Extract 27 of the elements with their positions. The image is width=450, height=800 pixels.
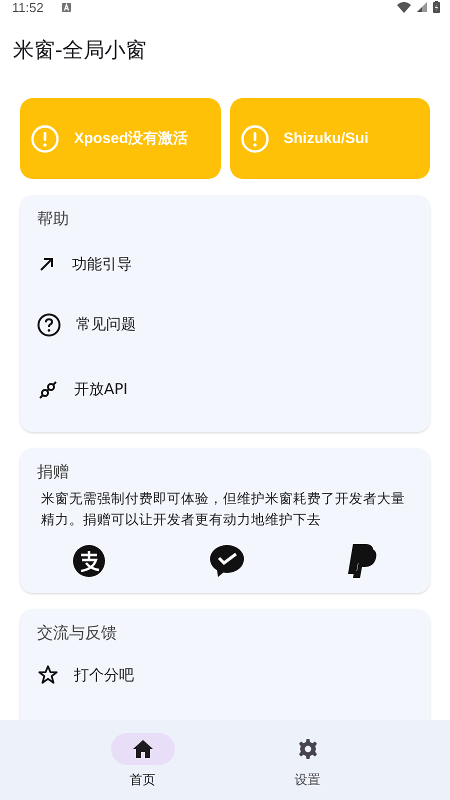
help-icon xyxy=(37,312,61,336)
nav-tab[interactable]: 首页 xyxy=(92,720,192,800)
settings-icon xyxy=(298,739,318,759)
warning-text: Xposed没有激活 xyxy=(74,129,188,148)
section-title: 帮助 xyxy=(37,209,70,230)
section-title: 捐赠 xyxy=(37,462,70,483)
plug-icon xyxy=(37,378,59,400)
nav-tab[interactable]: 设置 xyxy=(258,720,358,800)
alert-icon xyxy=(240,124,270,154)
donate-description: 米窗无需强制付费即可体验，但维护米窗耗费了开发者大量精力。捐赠可以让开发者更有动力地维护下去 xyxy=(41,490,406,530)
status-time: 11:52 xyxy=(12,0,44,14)
section-title: 交流与反馈 xyxy=(37,623,118,644)
alipay-icon[interactable] xyxy=(72,544,106,578)
help-item[interactable]: 开放API xyxy=(37,357,413,422)
notification-icon xyxy=(62,2,71,12)
app-title: 米窗-全局小窗 xyxy=(13,37,148,64)
star-icon xyxy=(37,664,59,686)
wifi-icon xyxy=(397,2,411,12)
home-icon xyxy=(132,740,152,758)
alert-icon xyxy=(30,124,60,154)
warning-text: Shizuku/Sui xyxy=(284,130,369,147)
help-item[interactable]: 常见问题 xyxy=(37,292,413,357)
paypal-icon[interactable] xyxy=(347,543,379,579)
wechat-pay-icon[interactable] xyxy=(208,544,244,578)
feedback-item[interactable]: 打个分吧 xyxy=(37,650,413,700)
signal-icon xyxy=(417,2,427,12)
help-item[interactable]: 功能引导 xyxy=(37,236,413,292)
